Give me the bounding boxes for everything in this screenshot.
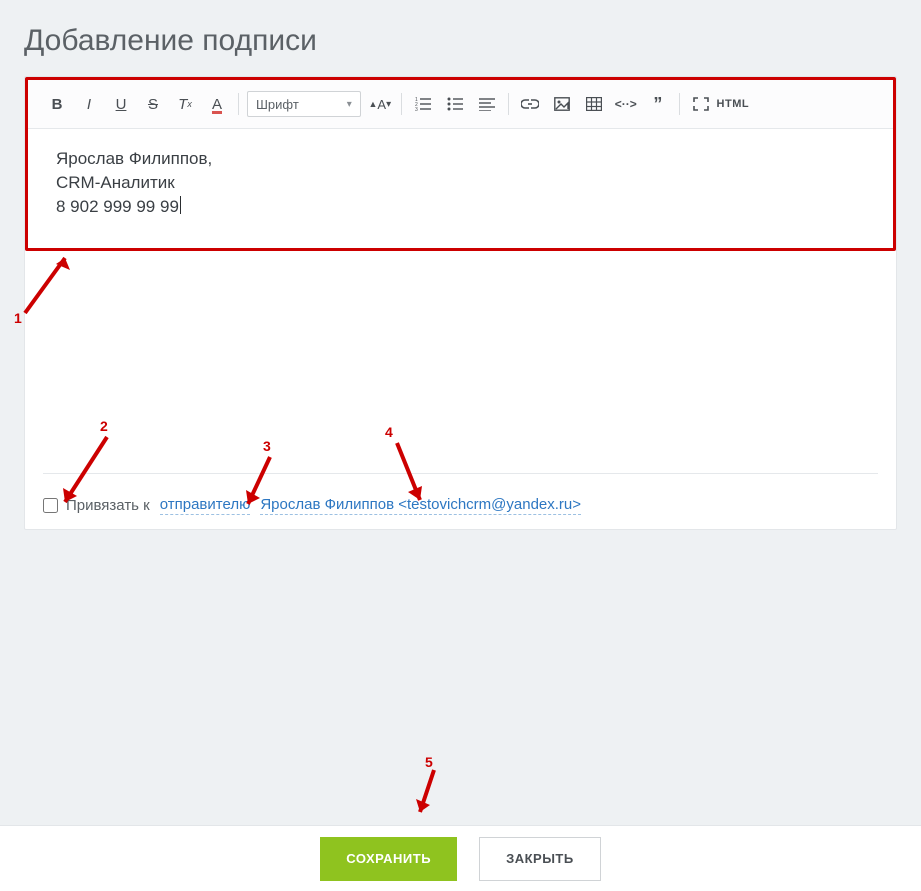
annotation-number: 1 bbox=[14, 310, 22, 326]
underline-button[interactable]: U bbox=[106, 90, 136, 118]
align-button[interactable] bbox=[472, 90, 502, 118]
separator-icon bbox=[238, 93, 239, 115]
bold-button[interactable]: B bbox=[42, 90, 72, 118]
separator-icon bbox=[508, 93, 509, 115]
unordered-list-button[interactable] bbox=[440, 90, 470, 118]
font-size-button[interactable]: ▲A▾ bbox=[365, 90, 395, 118]
editor-toolbar: B I U S Tx A Шрифт ▾ ▲A▾ 123 bbox=[28, 80, 893, 129]
signature-line: Ярослав Филиппов, bbox=[56, 147, 865, 171]
footer-bar: СОХРАНИТЬ ЗАКРЫТЬ bbox=[0, 825, 921, 891]
table-button[interactable] bbox=[579, 90, 609, 118]
signature-line: 8 902 999 99 99 bbox=[56, 195, 865, 219]
link-button[interactable] bbox=[515, 90, 545, 118]
strikethrough-button[interactable]: S bbox=[138, 90, 168, 118]
html-source-button[interactable]: HTML bbox=[718, 90, 748, 118]
separator-icon bbox=[401, 93, 402, 115]
quote-button[interactable]: ” bbox=[643, 90, 673, 118]
ordered-list-button[interactable]: 123 bbox=[408, 90, 438, 118]
page-title: Добавление подписи bbox=[0, 0, 921, 76]
bind-checkbox[interactable] bbox=[43, 498, 58, 513]
text-color-button[interactable]: A bbox=[202, 90, 232, 118]
svg-text:3: 3 bbox=[415, 107, 418, 111]
font-select-label: Шрифт bbox=[256, 97, 299, 112]
close-button[interactable]: ЗАКРЫТЬ bbox=[479, 837, 601, 881]
arrow-icon bbox=[412, 768, 452, 822]
clear-format-button[interactable]: Tx bbox=[170, 90, 200, 118]
image-button[interactable] bbox=[547, 90, 577, 118]
editor-content[interactable]: Ярослав Филиппов, CRM-Аналитик 8 902 999… bbox=[28, 129, 893, 248]
code-button[interactable]: <··> bbox=[611, 90, 641, 118]
signature-line: CRM-Аналитик bbox=[56, 171, 865, 195]
fullscreen-button[interactable] bbox=[686, 90, 716, 118]
bind-sender-link[interactable]: Ярослав Филиппов <testovichcrm@yandex.ru… bbox=[260, 496, 581, 515]
bind-label: Привязать к bbox=[66, 497, 150, 514]
italic-button[interactable]: I bbox=[74, 90, 104, 118]
signature-card: B I U S Tx A Шрифт ▾ ▲A▾ 123 bbox=[24, 76, 897, 530]
chevron-down-icon: ▾ bbox=[347, 99, 352, 110]
font-select[interactable]: Шрифт ▾ bbox=[247, 91, 361, 117]
save-button[interactable]: СОХРАНИТЬ bbox=[320, 837, 457, 881]
bind-row: Привязать к отправителю Ярослав Филиппов… bbox=[43, 473, 878, 515]
annotation-number: 5 bbox=[425, 754, 433, 770]
bind-role-link[interactable]: отправителю bbox=[160, 496, 251, 515]
editor-highlight-frame: B I U S Tx A Шрифт ▾ ▲A▾ 123 bbox=[25, 77, 896, 251]
separator-icon bbox=[679, 93, 680, 115]
